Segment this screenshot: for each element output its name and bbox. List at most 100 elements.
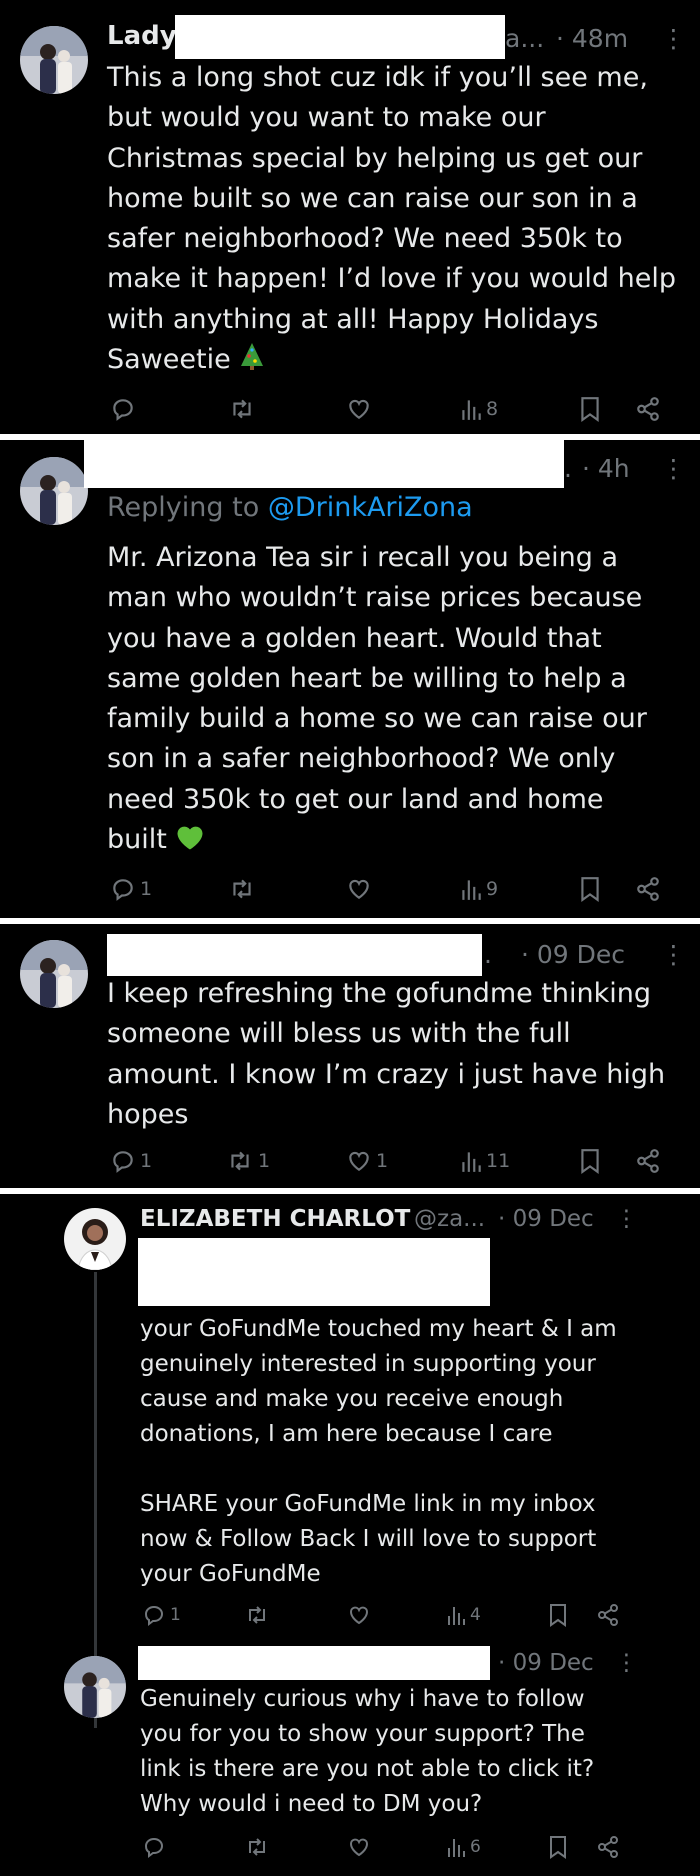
christmas-tree-emoji bbox=[241, 343, 264, 371]
view-count: 8 bbox=[486, 398, 499, 420]
reply-count: 1 bbox=[140, 878, 153, 900]
reply-icon bbox=[113, 399, 133, 421]
author-name[interactable]: Lady bbox=[107, 21, 177, 51]
views-button[interactable]: 8 bbox=[460, 394, 498, 424]
redacted-author bbox=[138, 1646, 490, 1680]
tweet-3[interactable]: . · 09 Dec ⋮ I keep refreshing the gofun… bbox=[0, 924, 700, 1188]
replying-to-label: Replying to bbox=[107, 492, 268, 523]
views-button[interactable]: 9 bbox=[460, 874, 498, 904]
views-button[interactable]: 4 bbox=[446, 1600, 481, 1630]
share-icon bbox=[598, 1836, 618, 1858]
share-button[interactable] bbox=[596, 1600, 620, 1630]
like-button[interactable] bbox=[347, 1832, 375, 1862]
avatar[interactable] bbox=[20, 940, 88, 1008]
tweet-text-content: This a long shot cuz idk if you’ll see m… bbox=[107, 62, 676, 376]
repost-count: 1 bbox=[258, 1150, 271, 1172]
share-icon bbox=[637, 397, 659, 421]
views-icon bbox=[462, 1152, 481, 1172]
bookmark-icon bbox=[581, 397, 599, 422]
heart-icon bbox=[349, 879, 369, 899]
timestamp[interactable]: · 09 Dec bbox=[521, 940, 625, 969]
view-count: 9 bbox=[486, 878, 499, 900]
action-bar: 8 bbox=[0, 394, 700, 424]
share-button[interactable] bbox=[635, 874, 661, 904]
views-button[interactable]: 11 bbox=[460, 1146, 510, 1176]
views-icon bbox=[462, 880, 481, 900]
share-icon bbox=[637, 1149, 659, 1173]
bookmark-button[interactable] bbox=[548, 1832, 568, 1862]
timestamp[interactable]: · 48m bbox=[556, 24, 628, 53]
thread-panel: ELIZABETH CHARLOT @za... · 09 Dec ⋮ your… bbox=[0, 1194, 700, 1876]
avatar[interactable] bbox=[64, 1656, 126, 1718]
share-button[interactable] bbox=[635, 394, 661, 424]
bookmark-button[interactable] bbox=[579, 1146, 601, 1176]
more-options-icon[interactable]: ⋮ bbox=[661, 454, 686, 483]
view-count: 11 bbox=[486, 1150, 511, 1172]
repost-button[interactable]: 1 bbox=[226, 1146, 270, 1176]
action-bar: 1 9 bbox=[0, 874, 700, 904]
avatar[interactable] bbox=[20, 26, 88, 94]
tweet-text: your GoFundMe touched my heart & I am ge… bbox=[140, 1316, 617, 1587]
repost-icon bbox=[231, 1151, 249, 1171]
more-options-icon[interactable]: ⋮ bbox=[661, 24, 686, 53]
more-options-icon[interactable]: ⋮ bbox=[615, 1650, 638, 1676]
repost-icon bbox=[249, 1838, 265, 1856]
reply-button[interactable] bbox=[142, 1832, 170, 1862]
avatar[interactable] bbox=[20, 457, 88, 525]
reply-button[interactable]: 1 bbox=[110, 874, 152, 904]
share-icon bbox=[598, 1604, 618, 1626]
reply-button[interactable] bbox=[110, 394, 140, 424]
bookmark-button[interactable] bbox=[548, 1600, 568, 1630]
like-button[interactable] bbox=[346, 874, 376, 904]
tweet-2[interactable]: . · 4h ⋮ Replying to @DrinkAriZona Mr. A… bbox=[0, 440, 700, 918]
repost-button[interactable] bbox=[228, 394, 260, 424]
tweet-text: This a long shot cuz idk if you’ll see m… bbox=[107, 58, 697, 380]
share-button[interactable] bbox=[635, 1146, 661, 1176]
tweet-text: Mr. Arizona Tea sir i recall you being a… bbox=[107, 538, 697, 860]
timestamp[interactable]: · 09 Dec bbox=[498, 1206, 594, 1232]
redacted-content bbox=[138, 1238, 490, 1306]
reply-icon bbox=[113, 879, 133, 901]
view-count: 6 bbox=[470, 1837, 481, 1857]
more-options-icon[interactable]: ⋮ bbox=[615, 1206, 638, 1232]
reply-icon bbox=[144, 1605, 164, 1626]
repost-button[interactable] bbox=[228, 874, 260, 904]
avatar[interactable] bbox=[64, 1208, 126, 1270]
reply-button[interactable]: 1 bbox=[142, 1600, 181, 1630]
like-button[interactable] bbox=[346, 394, 376, 424]
heart-icon bbox=[350, 1838, 368, 1857]
bookmark-button[interactable] bbox=[579, 874, 601, 904]
timestamp[interactable]: · 4h bbox=[582, 454, 630, 483]
author-handle[interactable]: @za... bbox=[414, 1206, 485, 1232]
more-options-icon[interactable]: ⋮ bbox=[661, 940, 686, 969]
like-button[interactable]: 1 bbox=[346, 1146, 388, 1176]
timestamp[interactable]: · 09 Dec bbox=[498, 1650, 594, 1676]
like-count: 1 bbox=[376, 1150, 389, 1172]
action-bar: 1 4 bbox=[0, 1600, 700, 1630]
bookmark-icon bbox=[581, 1149, 599, 1174]
view-count: 4 bbox=[470, 1605, 481, 1625]
repost-button[interactable] bbox=[244, 1600, 274, 1630]
repost-button[interactable] bbox=[244, 1832, 274, 1862]
heart-icon bbox=[350, 1606, 368, 1625]
views-icon bbox=[448, 1839, 465, 1857]
share-button[interactable] bbox=[596, 1832, 620, 1862]
views-icon bbox=[448, 1607, 465, 1625]
reply-button[interactable]: 1 bbox=[110, 1146, 152, 1176]
like-button[interactable] bbox=[347, 1600, 375, 1630]
bookmark-button[interactable] bbox=[579, 394, 601, 424]
bookmark-icon bbox=[581, 877, 599, 902]
share-icon bbox=[637, 877, 659, 901]
tweet-1[interactable]: Lady a... · 48m ⋮ This a long shot cuz i… bbox=[0, 0, 700, 434]
reply-icon bbox=[144, 1837, 164, 1858]
views-button[interactable]: 6 bbox=[446, 1832, 481, 1862]
bookmark-icon bbox=[550, 1604, 566, 1627]
replying-to-handle[interactable]: @DrinkAriZona bbox=[268, 492, 473, 523]
redacted-handle bbox=[175, 15, 505, 59]
author-name[interactable]: ELIZABETH CHARLOT bbox=[140, 1206, 410, 1232]
action-bar: 6 bbox=[0, 1832, 700, 1862]
handle-fragment: a... bbox=[505, 24, 545, 53]
replying-to: Replying to @DrinkAriZona bbox=[107, 492, 473, 523]
repost-icon bbox=[233, 879, 251, 899]
views-icon bbox=[462, 400, 481, 420]
